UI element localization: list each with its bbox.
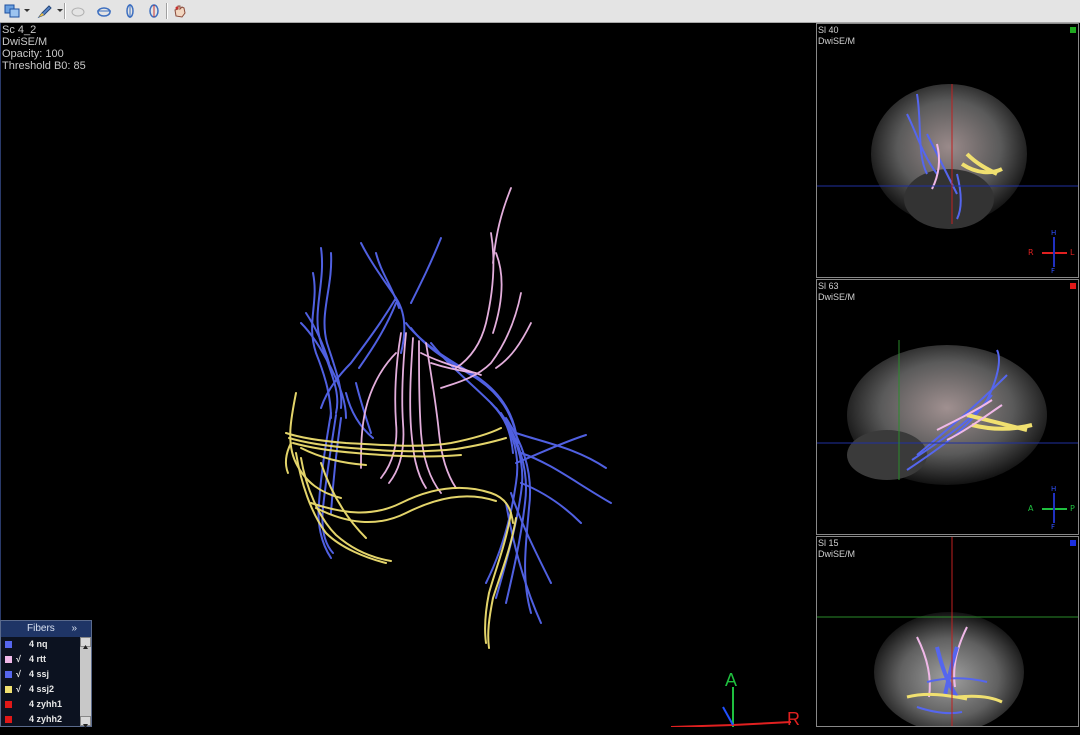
- fibers-title-label: Fibers: [27, 623, 55, 634]
- fiber-visibility-check[interactable]: √: [16, 652, 21, 667]
- fiber-tracts-rendering: [284, 187, 612, 649]
- axis-label-right: P: [1070, 504, 1075, 513]
- scroll-up-arrow-icon[interactable]: [80, 637, 91, 649]
- hand-icon[interactable]: [171, 2, 189, 20]
- axis-label-top: H: [1051, 229, 1057, 237]
- roi-ellipse-icon[interactable]: [69, 2, 87, 20]
- axial-view[interactable]: Sl 15 DwiSE/M: [816, 536, 1079, 727]
- axis-label-right: L: [1070, 248, 1075, 257]
- fiber-list: 4 nq √ 4 rtt √ 4 ssj √ 4 ssj2 4 zyhh1 4 …: [1, 637, 91, 727]
- fiber-visibility-check[interactable]: √: [16, 667, 21, 682]
- fiber-color-swatch[interactable]: [5, 656, 12, 663]
- fiber-color-swatch[interactable]: [5, 671, 12, 678]
- fiber-color-swatch[interactable]: [5, 686, 12, 693]
- scroll-down-arrow-icon[interactable]: [80, 716, 91, 728]
- fiber-color-swatch[interactable]: [5, 701, 12, 708]
- fiber-item[interactable]: √ 4 rtt: [1, 652, 91, 667]
- draw-tool-icon[interactable]: [36, 2, 54, 20]
- fiber-visibility-check[interactable]: √: [16, 682, 21, 697]
- fiber-item[interactable]: 4 zyhh1: [1, 697, 91, 712]
- fiber-item[interactable]: 4 zyhh2: [1, 712, 91, 727]
- fibers-panel: Fibers » 4 nq √ 4 rtt √ 4 ssj √ 4 ssj2 4…: [0, 620, 92, 728]
- fibers-panel-title: Fibers »: [1, 621, 91, 637]
- coronal-view[interactable]: Sl 40 DwiSE/M H R L F: [816, 23, 1079, 278]
- toolbar: [0, 0, 1080, 23]
- side-view-column: Sl 40 DwiSE/M H R L F Sl 63 DwiSE/M H A …: [815, 23, 1080, 727]
- axis-label-left: A: [1028, 504, 1034, 513]
- axis-label-bottom: F: [1051, 523, 1056, 531]
- orientation-label-right: R: [787, 709, 800, 727]
- axis-label-bottom: F: [1051, 267, 1056, 275]
- orientation-label-anterior: A: [725, 670, 738, 690]
- flip-vertical-icon[interactable]: [121, 2, 139, 20]
- axial-slice-image: [817, 537, 1078, 726]
- coronal-slice-image: [817, 84, 1078, 267]
- fiber-name: 4 nq: [29, 639, 48, 649]
- fiber-name: 4 zyhh2: [29, 714, 63, 724]
- fiber-name: 4 ssj2: [29, 684, 55, 694]
- fiber-color-swatch[interactable]: [5, 641, 12, 648]
- fiber-color-swatch[interactable]: [5, 716, 12, 723]
- layout-icon[interactable]: [3, 2, 21, 20]
- rotate-icon[interactable]: [145, 2, 163, 20]
- fiber-name: 4 rtt: [29, 654, 47, 664]
- fiber-list-scrollbar[interactable]: [80, 637, 91, 728]
- draw-dropdown-caret[interactable]: [57, 9, 63, 12]
- fiber-name: 4 zyhh1: [29, 699, 63, 709]
- axis-label-top: H: [1051, 485, 1057, 493]
- tractography-3d-view[interactable]: Sc 4_2 DwiSE/M Opacity: 100 Threshold B0…: [0, 23, 815, 727]
- fiber-item[interactable]: 4 nq: [1, 637, 91, 652]
- layout-dropdown-caret[interactable]: [24, 9, 30, 12]
- axis-label-left: R: [1028, 248, 1034, 257]
- fiber-name: 4 ssj: [29, 669, 50, 679]
- sagittal-view[interactable]: Sl 63 DwiSE/M H A P F: [816, 279, 1079, 535]
- sagittal-slice-image: [817, 340, 1078, 523]
- fiber-item[interactable]: √ 4 ssj2: [1, 682, 91, 697]
- fiber-item[interactable]: √ 4 ssj: [1, 667, 91, 682]
- collapse-icon[interactable]: »: [71, 621, 77, 637]
- flip-horizontal-icon[interactable]: [95, 2, 113, 20]
